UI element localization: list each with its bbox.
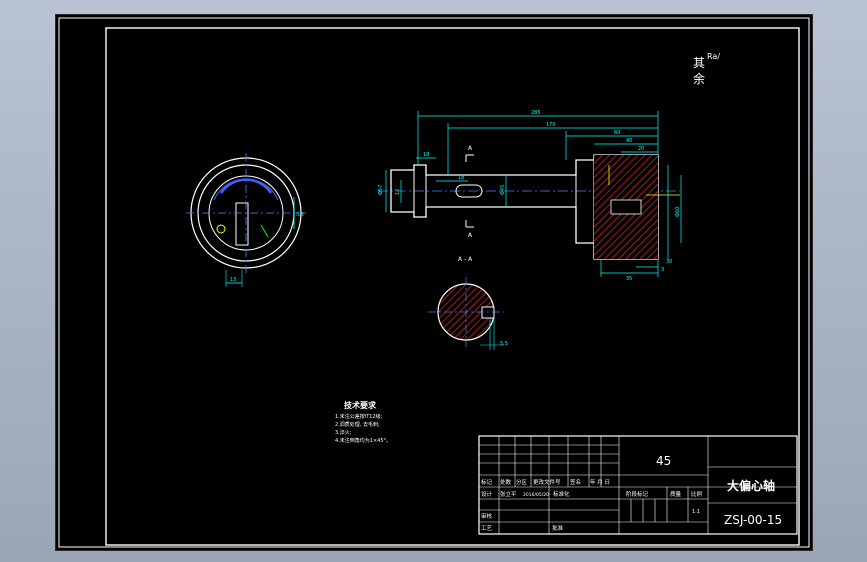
dim-length-4: 40: [626, 138, 632, 144]
row-design-label: 设计: [481, 490, 493, 498]
tech-req-item-2: 2.调质处理, 去毛刺;: [335, 421, 380, 428]
eccentric-bore: [610, 199, 642, 215]
tech-req-item-3: 3.淬火;: [335, 429, 352, 436]
dim-diameter-right: Φ60: [675, 207, 681, 217]
section-label-bottom: A: [468, 232, 473, 239]
header-cell-4: 更改文件号: [533, 478, 561, 486]
cad-viewport[interactable]: 其 余 Ra/ 5.5 13 A A 285 170 60 40 20 18 1…: [0, 0, 867, 562]
drawing-sheet[interactable]: 其 余 Ra/ 5.5 13 A A 285 170 60 40 20 18 1…: [55, 14, 813, 551]
row-design-date: 2016/05/20: [523, 492, 549, 498]
pin-hole: [216, 224, 226, 234]
dim-overall-length: 285: [531, 110, 541, 116]
scale-value: 1:1: [692, 509, 700, 515]
material: 45: [656, 454, 671, 468]
dim-length-5: 20: [638, 146, 644, 152]
dim-diameter-left: Φ57: [378, 185, 384, 195]
dim-diameter-mid: Φ45: [500, 185, 506, 195]
tech-req-item-4: 4.未注倒角均为1×45°。: [335, 437, 391, 444]
surface-note-line2: 余: [693, 71, 705, 86]
end-view-leader: [260, 224, 269, 238]
title-block: 45 大偏心轴 ZSJ-00-15 标记 处数 分区 更改文件号 签名 年 月 …: [478, 435, 798, 535]
dim-length-6: 18: [423, 152, 429, 158]
section-aa-view: A - A 5.5: [428, 256, 508, 350]
stage-label: 阶段标记: [626, 490, 649, 498]
dim-length-2: 170: [546, 122, 556, 128]
end-view-dim: 5.5: [296, 212, 304, 218]
surface-note-line1: 其: [693, 56, 705, 70]
process-label: 工艺: [481, 525, 493, 532]
surface-note: 其 余 Ra/: [693, 52, 720, 86]
header-cell-2: 处数: [500, 478, 512, 486]
drawing-canvas[interactable]: 其 余 Ra/ 5.5 13 A A 285 170 60 40 20 18 1…: [56, 15, 812, 550]
weight-label: 质量: [670, 490, 682, 498]
roughness-symbol: Ra/: [707, 52, 720, 61]
end-view-bottom-dim: 13: [230, 277, 236, 283]
dim-small-2: 12: [395, 189, 401, 195]
section-aa-dim: 5.5: [500, 341, 508, 347]
section-label-top: A: [468, 145, 473, 152]
inner-border: [105, 27, 800, 546]
drawing-number: ZSJ-00-15: [724, 513, 782, 527]
dim-length-8: 35: [626, 276, 632, 282]
header-cell-3: 分区: [516, 478, 528, 486]
dim-length-7: 30: [666, 259, 672, 265]
end-view: 5.5 13: [186, 153, 306, 287]
review-label: 审核: [481, 512, 493, 520]
row-design-name: 张立平: [500, 490, 517, 498]
dim-length-9: 3: [661, 267, 664, 273]
row-design-std: 标准化: [553, 490, 570, 498]
dim-length-3: 60: [614, 130, 620, 136]
outer-border: [58, 17, 810, 548]
technical-requirements: 技术要求 1.未注公差按IT12级; 2.调质处理, 去毛刺; 3.淬火; 4.…: [335, 400, 391, 444]
part-name: 大偏心轴: [727, 478, 775, 493]
tech-req-title: 技术要求: [344, 400, 377, 410]
section-aa-keyway: [481, 306, 495, 319]
header-cell-5: 签名: [570, 478, 581, 486]
section-view-title: A - A: [458, 256, 473, 263]
shaft-main-view: A A 285 170 60 40 20 18 18 Φ57 12 Φ45 Φ6…: [378, 110, 682, 282]
tech-req-item-1: 1.未注公差按IT12级;: [335, 413, 383, 420]
approve-label: 批准: [552, 524, 564, 532]
header-cell-1: 标记: [481, 478, 493, 486]
header-cell-6: 年 月 日: [590, 478, 610, 486]
dim-small-1: 18: [458, 175, 464, 181]
scale-label: 比例: [691, 490, 703, 498]
